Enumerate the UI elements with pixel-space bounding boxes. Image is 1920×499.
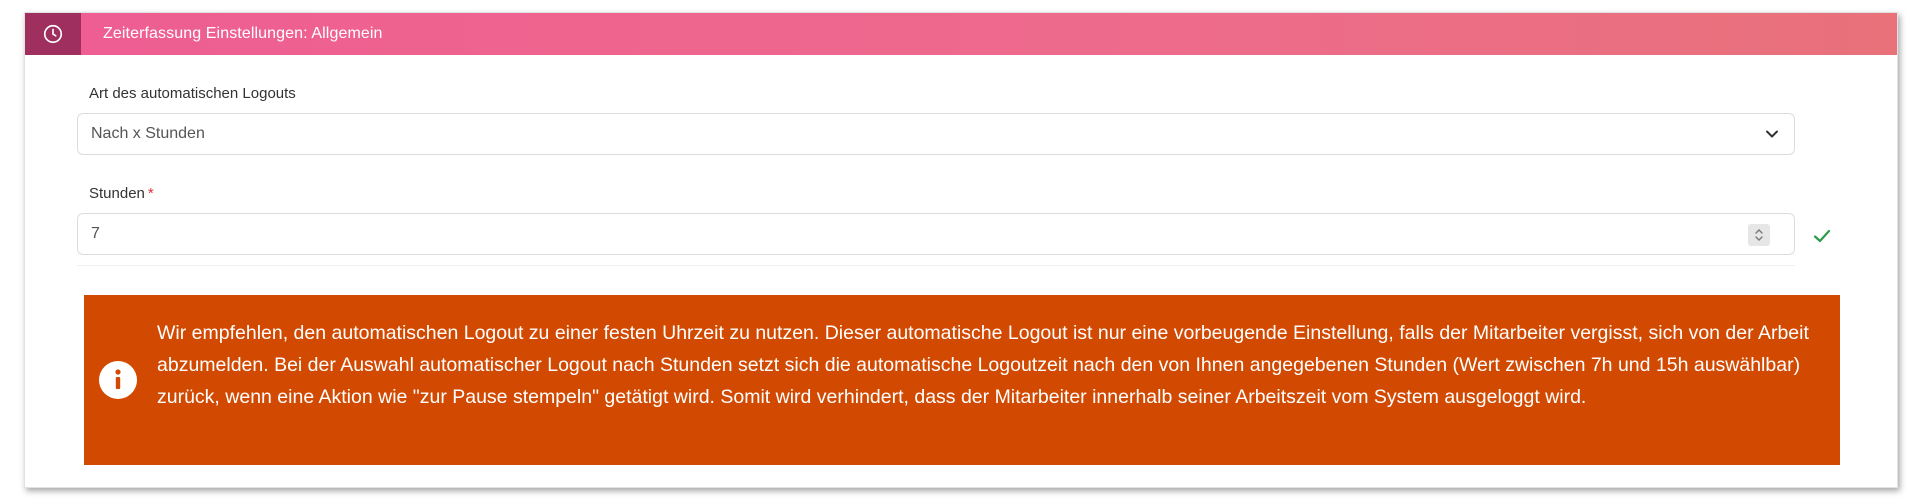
hours-label-text: Stunden — [89, 185, 145, 202]
hours-label: Stunden * — [89, 185, 154, 202]
hours-value: 7 — [91, 225, 100, 242]
page-title: Zeiterfassung Einstellungen: Allgemein — [103, 25, 383, 42]
hours-input[interactable]: 7 — [77, 213, 1795, 255]
logout-type-label: Art des automatischen Logouts — [89, 85, 296, 102]
hours-stepper[interactable] — [1748, 224, 1770, 246]
stepper-arrows-icon — [1755, 229, 1763, 241]
header-icon-box — [25, 13, 81, 55]
logout-type-select[interactable]: Nach x Stunden — [77, 113, 1795, 155]
valid-check-icon — [1813, 229, 1831, 243]
alert-text: Wir empfehlen, den automatischen Logout … — [157, 322, 1809, 408]
info-alert: Wir empfehlen, den automatischen Logout … — [84, 295, 1840, 465]
card-header: Zeiterfassung Einstellungen: Allgemein — [25, 13, 1897, 55]
required-marker: * — [147, 185, 154, 202]
clock-icon — [43, 24, 63, 44]
logout-type-value: Nach x Stunden — [91, 125, 205, 142]
divider — [77, 265, 1795, 266]
info-icon — [99, 361, 137, 399]
settings-card: Zeiterfassung Einstellungen: Allgemein A… — [24, 12, 1898, 488]
chevron-down-icon — [1766, 130, 1778, 138]
